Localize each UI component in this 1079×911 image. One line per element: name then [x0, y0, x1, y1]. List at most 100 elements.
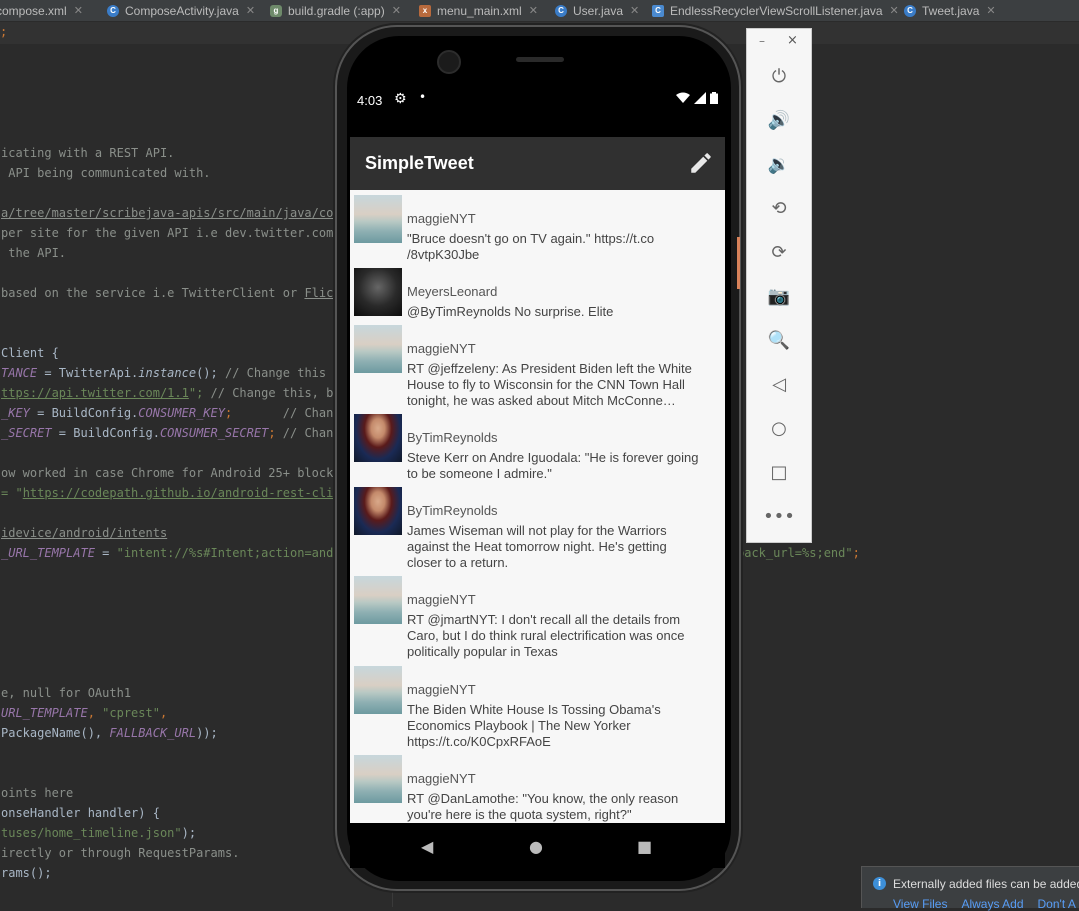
signal-icon	[694, 92, 706, 104]
code-text: = "	[1, 486, 23, 500]
rotate-left-icon[interactable]: ⟲	[747, 193, 811, 223]
code-text: ;	[0, 25, 8, 39]
code-line: URL_TEMPLATE, "cprest",	[1, 705, 167, 721]
code-text: tuses/home_timeline.json"	[1, 826, 182, 840]
tweet-username: maggieNYT	[407, 341, 476, 356]
xml-file-icon: x	[419, 4, 431, 17]
info-icon: i	[873, 877, 886, 890]
code-text: TANCE	[1, 366, 38, 380]
java-class-icon: C	[904, 4, 916, 17]
tweet-body: The Biden White House Is Tossing Obama's…	[407, 702, 661, 749]
close-icon[interactable]: ✕	[74, 4, 83, 17]
code-text: ;	[852, 546, 860, 560]
camera-icon[interactable]: 📷	[747, 281, 811, 311]
app-title: SimpleTweet	[365, 153, 474, 173]
minimize-icon[interactable]: –	[759, 34, 765, 48]
avatar[interactable]	[354, 487, 402, 535]
tweet-body: Steve Kerr on Andre Iguodala: "He is for…	[407, 450, 699, 481]
tweet-username: maggieNYT	[407, 771, 476, 786]
overview-icon[interactable]: □	[747, 457, 811, 487]
home-icon[interactable]: ●	[529, 837, 543, 856]
tweet-body: RT @DanLamothe: "You know, the only reas…	[407, 791, 679, 822]
code-line: e, null for OAuth1	[1, 686, 132, 700]
close-icon[interactable]: ✕	[246, 4, 255, 17]
tab-menu-main-xml[interactable]: x menu_main.xml ✕	[419, 0, 538, 21]
close-icon[interactable]: ✕	[529, 4, 538, 17]
tweet-body: James Wiseman will not play for the Warr…	[407, 523, 667, 570]
volume-down-icon[interactable]: 🔉	[747, 149, 811, 179]
code-text: CONSUMER_KEY	[138, 406, 225, 420]
avatar[interactable]	[354, 755, 402, 803]
zoom-icon[interactable]: 🔍	[747, 325, 811, 355]
tab-label: Tweet.java	[922, 3, 980, 18]
timeline-list[interactable]: maggieNYT "Bruce doesn't go on TV again.…	[350, 190, 725, 823]
tweet-username: ByTimReynolds	[407, 430, 498, 445]
code-text: =	[94, 546, 117, 560]
close-icon[interactable]: ×	[787, 33, 798, 48]
code-line: API being communicated with.	[1, 166, 211, 180]
overview-icon[interactable]: ■	[637, 837, 652, 856]
tweet-body: "Bruce doesn't go on TV again." https://…	[407, 231, 655, 262]
code-line: idevice/android/intents	[1, 526, 168, 540]
rotate-right-icon[interactable]: ⟳	[747, 237, 811, 267]
code-text: ;	[268, 426, 283, 440]
home-icon[interactable]: ○	[747, 413, 811, 443]
avatar[interactable]	[354, 268, 402, 316]
code-text: based on the service i.e TwitterClient o…	[1, 286, 305, 300]
back-icon[interactable]: ◀	[421, 837, 433, 856]
code-line: based on the service i.e TwitterClient o…	[1, 285, 348, 301]
avatar[interactable]	[354, 195, 402, 243]
code-text: // Change this	[224, 366, 327, 380]
always-add-link[interactable]: Always Add	[961, 897, 1023, 911]
code-text: = BuildConfig.	[51, 426, 160, 440]
tab-compose-xml[interactable]: compose.xml ✕	[0, 0, 83, 21]
close-icon[interactable]: ✕	[986, 4, 995, 17]
tweet-body: RT @jmartNYT: I don't recall all the det…	[407, 612, 685, 659]
power-icon[interactable]: ⏻	[747, 61, 811, 91]
code-line: _URL_TEMPLATE = "intent://%s#Intent;acti…	[1, 545, 348, 561]
code-line: ow worked in case Chrome for Android 25+…	[1, 466, 341, 480]
tab-endless-listener[interactable]: C EndlessRecyclerViewScrollListener.java ✕	[652, 0, 899, 21]
tweet-body: @ByTimReynolds No surprise. Elite	[407, 304, 614, 319]
avatar[interactable]	[354, 666, 402, 714]
edit-pencil-icon[interactable]	[688, 150, 714, 176]
java-class-icon: C	[555, 4, 567, 17]
tab-build-gradle[interactable]: g build.gradle (:app) ✕	[270, 0, 401, 21]
avatar[interactable]	[354, 414, 402, 462]
code-text: back_url=%s;end"	[737, 546, 853, 560]
code-line: icating with a REST API.	[1, 146, 175, 160]
view-files-link[interactable]: View Files	[893, 897, 947, 911]
avatar[interactable]	[354, 325, 402, 373]
notification-text: Externally added files can be added	[893, 877, 1079, 891]
code-text: _URL_TEMPLATE	[1, 546, 95, 560]
tweet-username: ByTimReynolds	[407, 503, 498, 518]
front-camera-icon	[437, 50, 461, 74]
close-icon[interactable]: ✕	[392, 4, 401, 17]
back-icon[interactable]: ◁	[747, 369, 811, 399]
code-text: ));	[196, 726, 218, 740]
code-line: onseHandler handler) {	[1, 806, 160, 820]
tab-tweet-java[interactable]: C Tweet.java ✕	[904, 0, 996, 21]
more-icon[interactable]: •••	[747, 501, 811, 531]
code-text: "intent://%s#Intent;action=andro	[116, 546, 348, 560]
status-time: 4:03	[357, 93, 383, 108]
close-icon[interactable]: ✕	[890, 4, 899, 17]
tab-compose-activity[interactable]: C ComposeActivity.java ✕	[107, 0, 255, 21]
code-line: ttps://api.twitter.com/1.1"; // Change t…	[1, 385, 348, 401]
tab-user-java[interactable]: C User.java ✕	[555, 0, 639, 21]
avatar[interactable]	[354, 576, 402, 624]
code-text: = TwitterApi.	[37, 366, 139, 380]
code-text: instance	[138, 366, 197, 380]
code-text: ttps://api.twitter.com/1.1	[1, 386, 189, 400]
code-line: rams();	[1, 866, 52, 880]
code-line: per site for the given API i.e dev.twitt…	[1, 226, 334, 240]
earpiece-speaker	[516, 57, 564, 62]
close-icon[interactable]: ✕	[630, 4, 639, 17]
tab-label: ComposeActivity.java	[125, 3, 239, 18]
code-line: = "https://codepath.github.io/android-re…	[1, 485, 348, 501]
dont-add-link[interactable]: Don't A	[1038, 897, 1076, 911]
code-line: _SECRET = BuildConfig.CONSUMER_SECRET; /…	[1, 425, 348, 441]
volume-up-icon[interactable]: 🔊	[747, 105, 811, 135]
code-text: ,	[87, 706, 103, 720]
navigation-bar: ◀ ● ■	[350, 823, 725, 868]
